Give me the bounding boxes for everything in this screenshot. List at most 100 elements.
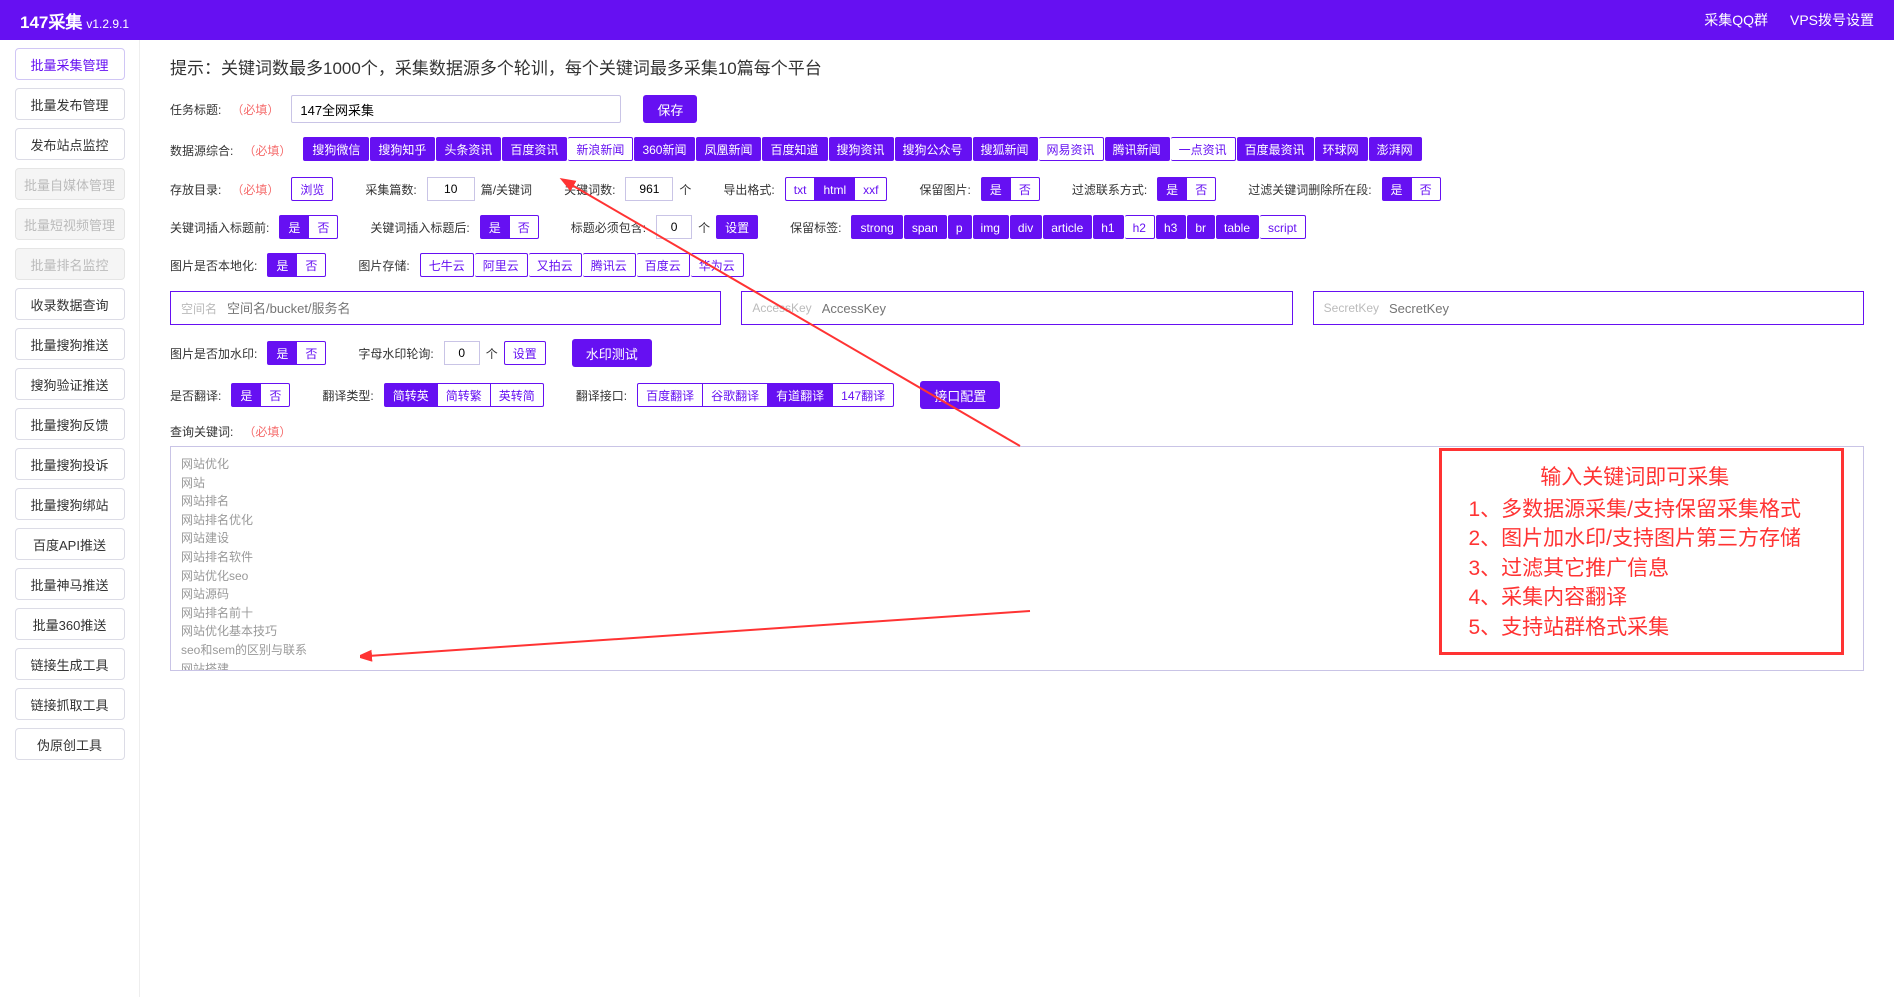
source-tag[interactable]: 百度最资讯 bbox=[1237, 137, 1314, 161]
tag-option[interactable]: 简转繁 bbox=[438, 383, 491, 407]
tag-option[interactable]: 是 bbox=[267, 341, 297, 365]
sidebar-item[interactable]: 搜狗验证推送 bbox=[15, 368, 125, 400]
sidebar-item[interactable]: 批量采集管理 bbox=[15, 48, 125, 80]
keep-tag[interactable]: span bbox=[904, 215, 947, 239]
storage-tag[interactable]: 七牛云 bbox=[420, 253, 474, 277]
wm-rot-input[interactable] bbox=[444, 341, 480, 365]
tag-option[interactable]: 是 bbox=[279, 215, 309, 239]
sidebar-item[interactable]: 收录数据查询 bbox=[15, 288, 125, 320]
tag-option[interactable]: 否 bbox=[510, 215, 539, 239]
tag-option[interactable]: 是 bbox=[267, 253, 297, 277]
keep-tag[interactable]: table bbox=[1216, 215, 1259, 239]
wm-rot-set-button[interactable]: 设置 bbox=[504, 341, 546, 365]
keep-tag[interactable]: div bbox=[1010, 215, 1042, 239]
wm-rot-label: 字母水印轮询: bbox=[358, 345, 433, 362]
tag-option[interactable]: 否 bbox=[297, 253, 326, 277]
tag-option[interactable]: 否 bbox=[309, 215, 338, 239]
sidebar-item[interactable]: 批量360推送 bbox=[15, 608, 125, 640]
sidebar-item[interactable]: 批量神马推送 bbox=[15, 568, 125, 600]
tag-option[interactable]: 否 bbox=[297, 341, 326, 365]
sidebar-item[interactable]: 伪原创工具 bbox=[15, 728, 125, 760]
source-tag[interactable]: 腾讯新闻 bbox=[1105, 137, 1170, 161]
must-input[interactable] bbox=[656, 215, 692, 239]
link-qq[interactable]: 采集QQ群 bbox=[1704, 10, 1768, 30]
source-tag[interactable]: 搜狗知乎 bbox=[370, 137, 435, 161]
tag-option[interactable]: 147翻译 bbox=[833, 383, 894, 407]
app-header: 147采集v1.2.9.1 采集QQ群 VPS拨号设置 bbox=[0, 0, 1894, 40]
storage-tag[interactable]: 又拍云 bbox=[529, 253, 582, 277]
storage-input[interactable] bbox=[1389, 292, 1853, 324]
storage-input[interactable] bbox=[822, 292, 1282, 324]
tag-option[interactable]: xxf bbox=[855, 177, 887, 201]
task-title-input[interactable] bbox=[291, 95, 621, 123]
source-tag[interactable]: 搜狗公众号 bbox=[895, 137, 972, 161]
sidebar-item[interactable]: 发布站点监控 bbox=[15, 128, 125, 160]
sidebar-item[interactable]: 批量发布管理 bbox=[15, 88, 125, 120]
source-tag[interactable]: 百度资讯 bbox=[502, 137, 567, 161]
sidebar-item[interactable]: 链接抓取工具 bbox=[15, 688, 125, 720]
tag-option[interactable]: 是 bbox=[981, 177, 1011, 201]
source-tag[interactable]: 一点资讯 bbox=[1171, 137, 1236, 161]
sidebar-item[interactable]: 百度API推送 bbox=[15, 528, 125, 560]
keep-tag[interactable]: script bbox=[1260, 215, 1306, 239]
tag-option[interactable]: txt bbox=[785, 177, 816, 201]
source-tag[interactable]: 新浪新闻 bbox=[568, 137, 633, 161]
sidebar-item[interactable]: 链接生成工具 bbox=[15, 648, 125, 680]
source-tag[interactable]: 网易资讯 bbox=[1039, 137, 1104, 161]
source-tag[interactable]: 搜狗微信 bbox=[303, 137, 369, 161]
keep-tag[interactable]: h2 bbox=[1125, 215, 1155, 239]
sidebar-item[interactable]: 批量搜狗投诉 bbox=[15, 448, 125, 480]
source-tag[interactable]: 360新闻 bbox=[634, 137, 695, 161]
tag-option[interactable]: 简转英 bbox=[384, 383, 438, 407]
source-tag[interactable]: 搜狐新闻 bbox=[973, 137, 1038, 161]
browse-button[interactable]: 浏览 bbox=[291, 177, 333, 201]
source-tag[interactable]: 头条资讯 bbox=[436, 137, 501, 161]
keep-tag[interactable]: img bbox=[973, 215, 1009, 239]
link-vps[interactable]: VPS拨号设置 bbox=[1790, 10, 1874, 30]
task-title-req: （必填） bbox=[231, 101, 279, 118]
annotation-title: 输入关键词即可采集 bbox=[1468, 461, 1801, 491]
tag-option[interactable]: 有道翻译 bbox=[768, 383, 833, 407]
tag-option[interactable]: 是 bbox=[480, 215, 510, 239]
storage-input[interactable] bbox=[227, 292, 710, 324]
storage-field: SecretKey bbox=[1313, 291, 1864, 325]
storage-tag[interactable]: 百度云 bbox=[637, 253, 690, 277]
tag-option[interactable]: 否 bbox=[1011, 177, 1040, 201]
storage-tag[interactable]: 腾讯云 bbox=[583, 253, 636, 277]
count-input[interactable] bbox=[427, 177, 475, 201]
source-tag[interactable]: 百度知道 bbox=[762, 137, 827, 161]
tag-option[interactable]: 是 bbox=[1157, 177, 1187, 201]
storage-field: AccessKey bbox=[741, 291, 1292, 325]
source-tag[interactable]: 澎湃网 bbox=[1369, 137, 1422, 161]
keep-tag[interactable]: p bbox=[948, 215, 972, 239]
storage-tag[interactable]: 阿里云 bbox=[475, 253, 528, 277]
tag-option[interactable]: 是 bbox=[231, 383, 261, 407]
tag-option[interactable]: 百度翻译 bbox=[637, 383, 703, 407]
storage-tag[interactable]: 华为云 bbox=[691, 253, 744, 277]
keep-tag[interactable]: h1 bbox=[1093, 215, 1123, 239]
tag-option[interactable]: 否 bbox=[1187, 177, 1216, 201]
keep-tag[interactable]: article bbox=[1043, 215, 1092, 239]
keepimg-toggle: 是否 bbox=[981, 177, 1040, 201]
tag-option[interactable]: 英转简 bbox=[491, 383, 544, 407]
tag-option[interactable]: 谷歌翻译 bbox=[703, 383, 768, 407]
must-set-button[interactable]: 设置 bbox=[716, 215, 758, 239]
sidebar-item[interactable]: 批量搜狗绑站 bbox=[15, 488, 125, 520]
sidebar-item[interactable]: 批量搜狗推送 bbox=[15, 328, 125, 360]
wm-test-button[interactable]: 水印测试 bbox=[572, 339, 652, 367]
keep-tag[interactable]: h3 bbox=[1156, 215, 1186, 239]
source-tag[interactable]: 环球网 bbox=[1315, 137, 1368, 161]
keep-tag[interactable]: br bbox=[1187, 215, 1215, 239]
sidebar-item[interactable]: 批量搜狗反馈 bbox=[15, 408, 125, 440]
save-button[interactable]: 保存 bbox=[643, 95, 697, 123]
tag-option[interactable]: html bbox=[815, 177, 855, 201]
kwcount-input[interactable] bbox=[625, 177, 673, 201]
trans-config-button[interactable]: 接口配置 bbox=[920, 381, 1000, 409]
tag-option[interactable]: 是 bbox=[1382, 177, 1412, 201]
tag-option[interactable]: 否 bbox=[261, 383, 290, 407]
sources-label: 数据源综合: bbox=[170, 142, 233, 159]
tag-option[interactable]: 否 bbox=[1412, 177, 1441, 201]
source-tag[interactable]: 凤凰新闻 bbox=[696, 137, 761, 161]
source-tag[interactable]: 搜狗资讯 bbox=[829, 137, 894, 161]
keep-tag[interactable]: strong bbox=[851, 215, 902, 239]
